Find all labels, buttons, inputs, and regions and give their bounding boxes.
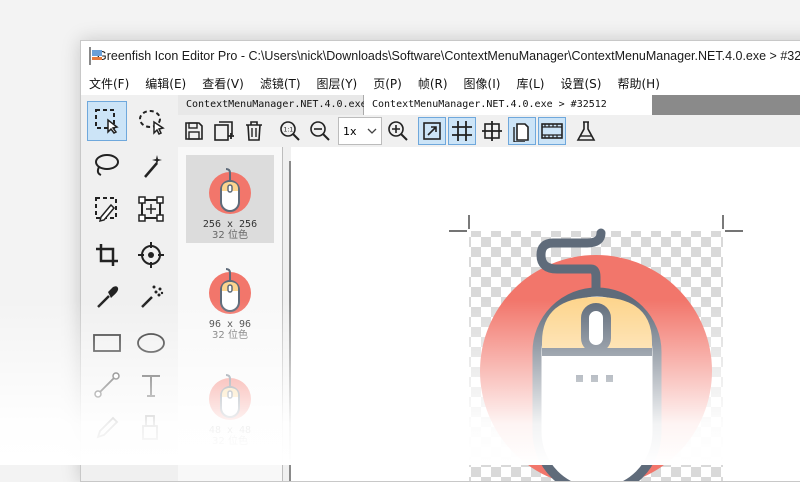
- toolbar: 1:1 1x: [178, 115, 800, 147]
- zoom-out-icon: [310, 121, 330, 141]
- title-bar[interactable]: Greenfish Icon Editor Pro - C:\Users\nic…: [81, 41, 800, 71]
- crop-tool[interactable]: [87, 235, 127, 275]
- pencil-tool[interactable]: [87, 407, 127, 447]
- pages-panel: 256 x 256 32 位色 96 x 96 32 位色 48 x 48 32…: [178, 147, 283, 481]
- text-tool[interactable]: [131, 365, 171, 405]
- window-title: Greenfish Icon Editor Pro - C:\Users\nic…: [97, 49, 800, 63]
- menu-edit[interactable]: 编辑(E): [137, 75, 194, 92]
- grid-toggle-button[interactable]: [448, 117, 476, 145]
- flask-icon: [576, 121, 596, 141]
- draw-selection-tool[interactable]: [87, 189, 127, 229]
- thumb-bits-label: 32 位色: [212, 230, 248, 241]
- trash-icon: [246, 121, 262, 141]
- zoom-in-icon: [388, 121, 408, 141]
- menu-frame[interactable]: 帧(R): [410, 75, 456, 92]
- rectangle-tool[interactable]: [87, 323, 127, 363]
- brush-tool[interactable]: [131, 407, 171, 447]
- menu-view[interactable]: 查看(V): [194, 75, 252, 92]
- lasso-icon: [95, 154, 119, 176]
- zoom-select[interactable]: 1x: [338, 117, 382, 145]
- transform-tool[interactable]: [131, 189, 171, 229]
- rect-select-tool[interactable]: [87, 101, 127, 141]
- app-icon: [89, 47, 102, 65]
- effects-button[interactable]: [572, 117, 600, 145]
- resize-button[interactable]: [418, 117, 446, 145]
- spray-brush-icon: [141, 285, 164, 308]
- grid-icon: [452, 121, 472, 141]
- page-thumb-256[interactable]: 256 x 256 32 位色: [186, 155, 274, 243]
- line-icon: [94, 372, 120, 398]
- zoom-in-button[interactable]: [384, 117, 412, 145]
- hotspot-tool[interactable]: [131, 235, 171, 275]
- thumb-size-label: 96 x 96: [208, 319, 252, 330]
- film-strip-icon: [541, 123, 563, 139]
- center-lines-button[interactable]: [478, 117, 506, 145]
- menu-image[interactable]: 图像(I): [456, 75, 509, 92]
- menu-settings[interactable]: 设置(S): [553, 75, 610, 92]
- tool-palette: [81, 95, 177, 481]
- resize-icon: [423, 122, 441, 140]
- magic-wand-tool[interactable]: [131, 145, 171, 185]
- rect-select-icon: [95, 109, 119, 134]
- zoom-actual-button[interactable]: 1:1: [276, 117, 304, 145]
- menu-page[interactable]: 页(P): [365, 75, 410, 92]
- text-icon: [142, 375, 160, 397]
- brush-icon: [142, 415, 158, 440]
- menu-help[interactable]: 帮助(H): [609, 75, 667, 92]
- thumb-bits-label: 32 位色: [212, 330, 248, 341]
- thumb-size-label: 256 x 256: [202, 219, 258, 230]
- delete-page-button[interactable]: [240, 117, 268, 145]
- menu-filter[interactable]: 滤镜(T): [252, 75, 309, 92]
- tab-exe-resource[interactable]: ContextMenuManager.NET.4.0.exe > #32512: [364, 95, 652, 115]
- pages-icon: [513, 123, 529, 142]
- menu-layer[interactable]: 图层(Y): [309, 75, 366, 92]
- transform-icon: [138, 196, 164, 222]
- frames-view-button[interactable]: [538, 117, 566, 145]
- tab-exe[interactable]: ContextMenuManager.NET.4.0.exe: [178, 95, 367, 115]
- mouse-icon: [209, 268, 251, 314]
- color-picker-tool[interactable]: [87, 277, 127, 317]
- editor-canvas[interactable]: [291, 147, 800, 481]
- save-icon: [185, 122, 203, 140]
- magic-wand-icon: [144, 155, 162, 178]
- ellipse-tool[interactable]: [131, 323, 171, 363]
- app-window: Greenfish Icon Editor Pro - C:\Users\nic…: [80, 40, 800, 482]
- menu-bar: 文件(F) 编辑(E) 查看(V) 滤镜(T) 图层(Y) 页(P) 帧(R) …: [81, 71, 800, 95]
- add-page-icon: [214, 121, 234, 141]
- ellipse-icon: [137, 333, 165, 353]
- zoom-value: 1x: [343, 124, 357, 138]
- menu-library[interactable]: 库(L): [508, 75, 552, 92]
- new-page-button[interactable]: [210, 117, 238, 145]
- svg-text:1:1: 1:1: [284, 127, 294, 134]
- crosshair-grid-icon: [482, 121, 502, 141]
- line-tool[interactable]: [87, 365, 127, 405]
- page-thumb-96[interactable]: 96 x 96 32 位色: [186, 255, 274, 343]
- rectangle-icon: [93, 334, 121, 352]
- zoom-1to1-icon: 1:1: [280, 121, 300, 141]
- page-thumb-48[interactable]: 48 x 48 32 位色: [186, 361, 274, 449]
- smudge-tool[interactable]: [131, 277, 171, 317]
- target-icon: [138, 242, 164, 268]
- crop-icon: [96, 244, 118, 266]
- zoom-out-button[interactable]: [306, 117, 334, 145]
- pencil-icon: [96, 416, 119, 439]
- menu-file[interactable]: 文件(F): [81, 75, 137, 92]
- thumb-size-label: 48 x 48: [208, 425, 252, 436]
- save-button[interactable]: [180, 117, 208, 145]
- thumb-bits-label: 32 位色: [212, 436, 248, 447]
- mouse-icon: [209, 168, 251, 214]
- pen-select-icon: [95, 197, 117, 223]
- lasso-tool[interactable]: [87, 145, 127, 185]
- canvas-artwork: [449, 215, 743, 481]
- ellipse-select-icon: [139, 110, 165, 135]
- icon-mouse-wheel: [581, 303, 611, 353]
- ellipse-select-tool[interactable]: [131, 101, 171, 141]
- document-tabs: ContextMenuManager.NET.4.0.exe ContextMe…: [178, 95, 800, 115]
- eyedropper-icon: [97, 286, 119, 308]
- pages-view-button[interactable]: [508, 117, 536, 145]
- mouse-icon: [209, 374, 251, 420]
- chevron-down-icon: [367, 128, 377, 134]
